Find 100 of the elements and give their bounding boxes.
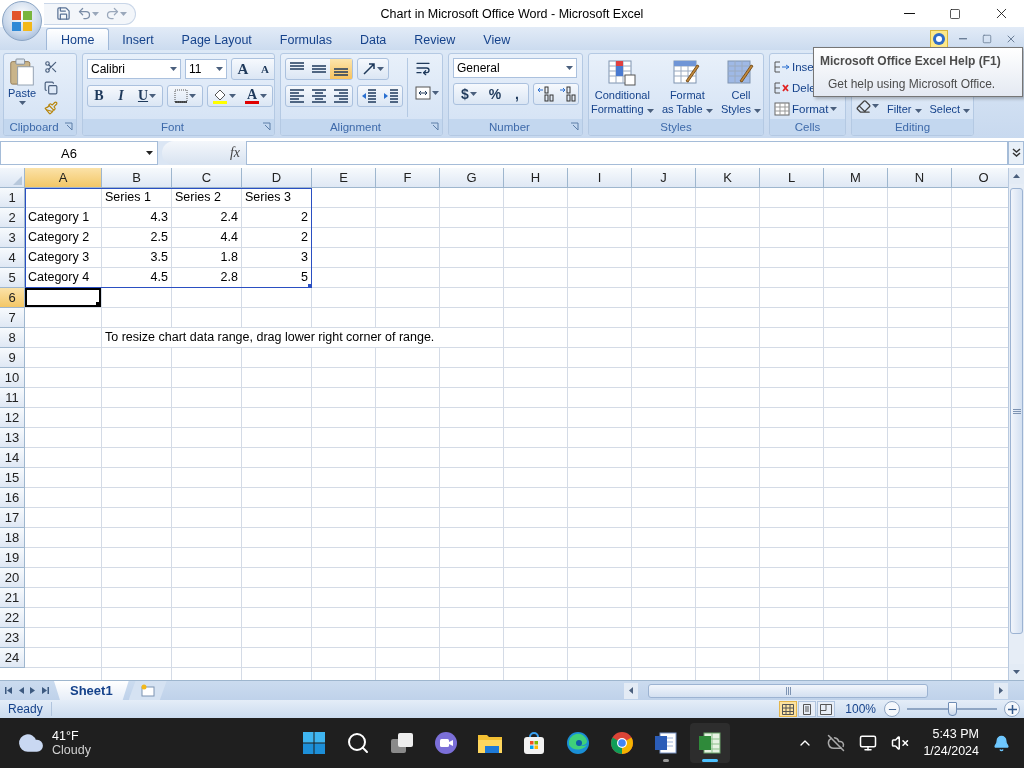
row-header[interactable]: 24 <box>0 648 25 668</box>
row-header[interactable]: 11 <box>0 388 25 408</box>
table-cell[interactable]: 2 <box>242 208 311 227</box>
row-header[interactable]: 13 <box>0 428 25 448</box>
table-cell[interactable]: 3.5 <box>102 248 171 267</box>
column-header[interactable]: L <box>760 168 824 188</box>
ribbon-tab[interactable]: Review <box>399 28 471 50</box>
network-button[interactable] <box>859 734 878 752</box>
table-cell[interactable]: 4.5 <box>102 268 171 287</box>
currency-button[interactable]: $ <box>454 84 484 104</box>
clock[interactable]: 5:43 PM 1/24/2024 <box>923 726 979 760</box>
row-header[interactable]: 17 <box>0 508 25 528</box>
cloud-status-button[interactable] <box>827 734 846 752</box>
dialog-launcher-icon[interactable] <box>64 122 73 131</box>
horizontal-scroll-thumb[interactable] <box>648 683 928 698</box>
table-cell[interactable]: 4.4 <box>172 228 241 247</box>
column-header[interactable]: C <box>172 168 242 188</box>
table-cell[interactable]: Category 4 <box>25 268 101 287</box>
row-header[interactable]: 16 <box>0 488 25 508</box>
row-header[interactable]: 22 <box>0 608 25 628</box>
dialog-launcher-icon[interactable] <box>430 122 439 131</box>
help-button[interactable] <box>930 30 948 48</box>
scroll-left-button[interactable] <box>624 682 638 699</box>
table-cell[interactable]: Category 1 <box>25 208 101 227</box>
row-header[interactable]: 6 <box>0 288 25 308</box>
table-cell[interactable]: 3 <box>242 248 311 267</box>
column-header[interactable]: O <box>952 168 1008 188</box>
ribbon-tab[interactable]: View <box>468 28 526 50</box>
bottom-align-button[interactable] <box>330 59 352 79</box>
vertical-scroll-thumb[interactable] <box>1010 188 1023 634</box>
row-header[interactable]: 9 <box>0 348 25 368</box>
ribbon-tab[interactable]: Formulas <box>264 28 347 50</box>
paste-button[interactable]: Paste <box>8 58 37 117</box>
font-color-button[interactable]: A <box>240 86 272 106</box>
ribbon-tab[interactable]: Data <box>344 28 402 50</box>
orientation-button[interactable] <box>357 58 389 80</box>
shrink-font-button[interactable]: A <box>254 59 274 79</box>
row-header[interactable]: 18 <box>0 528 25 548</box>
table-cell[interactable]: 2.5 <box>102 228 171 247</box>
find-select-button[interactable]: Select <box>929 103 971 116</box>
expand-formula-button[interactable] <box>1008 141 1024 165</box>
ribbon-tab[interactable]: Home <box>46 28 110 50</box>
first-sheet-icon[interactable] <box>4 686 14 695</box>
style-gallery-button[interactable]: Format as Table <box>661 58 713 117</box>
row-header[interactable]: 19 <box>0 548 25 568</box>
bold-button[interactable]: B <box>88 86 110 106</box>
row-header[interactable]: 4 <box>0 248 25 268</box>
ribbon-tab[interactable]: Page Layout <box>166 28 267 50</box>
row-header[interactable]: 8 <box>0 328 25 348</box>
row-header[interactable]: 23 <box>0 628 25 648</box>
row-header[interactable]: 15 <box>0 468 25 488</box>
zoom-level-text[interactable]: 100% <box>845 702 876 716</box>
font-name-field[interactable]: Calibri <box>87 59 181 79</box>
borders-button[interactable] <box>167 85 203 107</box>
last-sheet-icon[interactable] <box>40 686 50 695</box>
column-header[interactable]: F <box>376 168 440 188</box>
column-header[interactable]: B <box>102 168 172 188</box>
name-box[interactable]: A6 <box>0 141 158 165</box>
volume-button[interactable] <box>891 734 910 752</box>
table-cell[interactable]: Series 3 <box>242 188 311 207</box>
style-gallery-button[interactable]: Conditional Formatting <box>591 58 654 117</box>
cell-cursor[interactable] <box>25 288 101 307</box>
column-header[interactable]: G <box>440 168 504 188</box>
column-header[interactable]: N <box>888 168 952 188</box>
merge-center-button[interactable] <box>412 83 442 103</box>
format-button[interactable]: Format <box>774 100 838 117</box>
slider-thumb[interactable] <box>948 702 957 716</box>
column-header[interactable]: H <box>504 168 568 188</box>
table-cell[interactable]: Series 2 <box>172 188 241 207</box>
column-header[interactable]: J <box>632 168 696 188</box>
dialog-launcher-icon[interactable] <box>570 122 579 131</box>
underline-button[interactable]: U <box>132 86 162 106</box>
zoom-out-button[interactable] <box>884 701 900 717</box>
row-header[interactable]: 20 <box>0 568 25 588</box>
comma-button[interactable]: , <box>506 84 528 104</box>
sort-filter-button[interactable]: Filter <box>887 103 922 116</box>
row-header[interactable]: 21 <box>0 588 25 608</box>
grow-font-button[interactable]: A <box>232 59 254 79</box>
zoom-in-button[interactable] <box>1004 701 1020 717</box>
row-header[interactable]: 1 <box>0 188 25 208</box>
table-cell[interactable]: Series 1 <box>102 188 171 207</box>
row-header[interactable]: 3 <box>0 228 25 248</box>
row-header[interactable]: 14 <box>0 448 25 468</box>
next-sheet-icon[interactable] <box>28 686 38 695</box>
scroll-right-button[interactable] <box>994 682 1008 699</box>
table-cell[interactable]: 2.4 <box>172 208 241 227</box>
column-header[interactable]: D <box>242 168 312 188</box>
table-cell[interactable]: 2.8 <box>172 268 241 287</box>
save-button[interactable] <box>54 4 73 23</box>
dialog-launcher-icon[interactable] <box>262 122 271 131</box>
previous-sheet-icon[interactable] <box>16 686 26 695</box>
taskbar-button[interactable] <box>690 723 730 763</box>
column-header[interactable]: E <box>312 168 376 188</box>
sheet-tab[interactable]: Sheet1 <box>54 681 129 700</box>
table-cell[interactable]: 4.3 <box>102 208 171 227</box>
column-header[interactable]: I <box>568 168 632 188</box>
column-header[interactable]: K <box>696 168 760 188</box>
row-header[interactable]: 2 <box>0 208 25 228</box>
normal-view-button[interactable] <box>779 701 798 717</box>
table-cell[interactable]: 1.8 <box>172 248 241 267</box>
